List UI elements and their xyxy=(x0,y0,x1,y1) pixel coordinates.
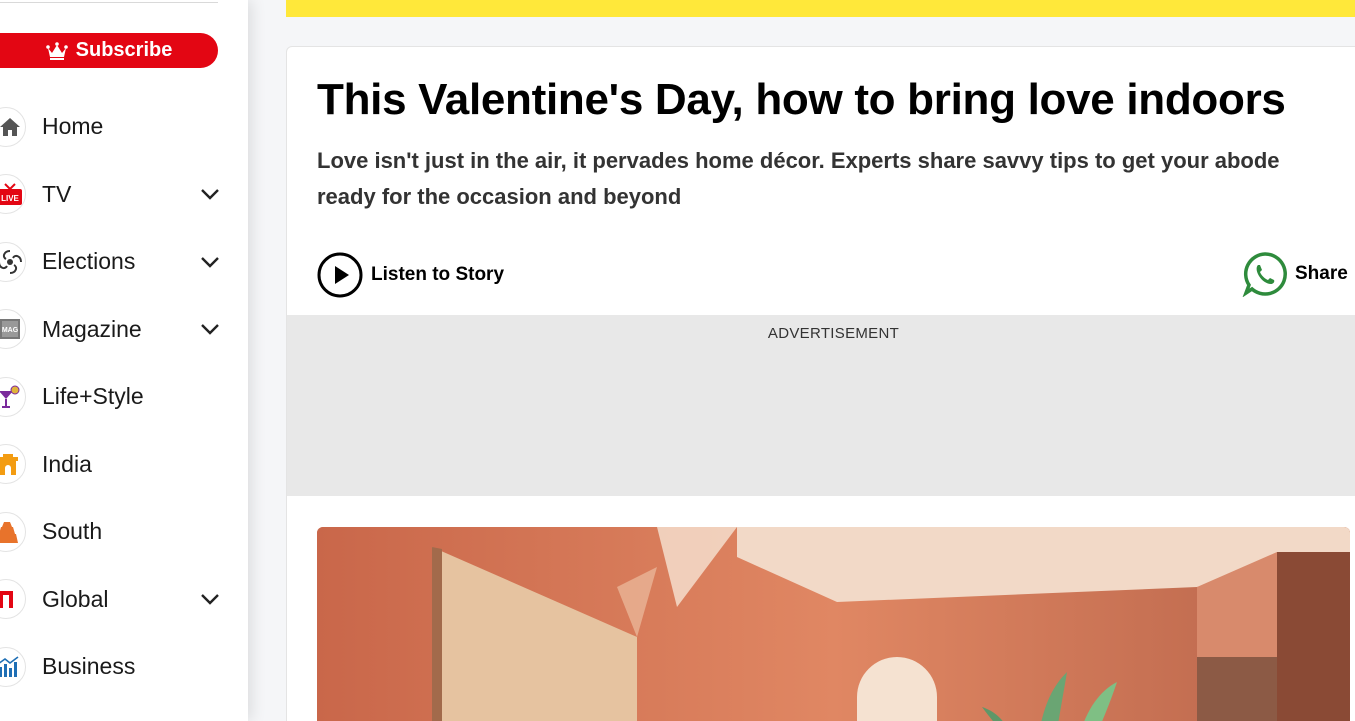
sidebar-item-label: India xyxy=(42,450,92,477)
article-subheadline: Love isn't just in the air, it pervades … xyxy=(317,148,1280,209)
temple-icon xyxy=(0,511,26,552)
sidebar-item-elections[interactable]: Elections xyxy=(0,228,248,296)
sidebar-item-tv[interactable]: LIVE TV xyxy=(0,161,248,229)
listen-to-story-button[interactable]: Listen to Story xyxy=(317,252,504,298)
sidebar-item-south[interactable]: South xyxy=(0,498,248,566)
interior-photo xyxy=(317,527,1350,721)
mag-badge: MAG xyxy=(2,327,19,334)
live-tv-icon: LIVE xyxy=(0,174,26,215)
share-button[interactable]: Share xyxy=(1242,251,1348,297)
subscribe-label: Subscribe xyxy=(75,39,173,61)
sidebar-item-label: Elections xyxy=(42,248,136,275)
chevron-down-icon[interactable] xyxy=(198,250,222,274)
subscribe-button[interactable]: Subscribe xyxy=(0,33,218,68)
global-icon xyxy=(0,579,26,620)
sidebar-item-business[interactable]: Business xyxy=(0,633,248,701)
magazine-icon: MAG xyxy=(0,309,26,350)
play-icon xyxy=(317,252,363,298)
chevron-down-icon[interactable] xyxy=(198,317,222,341)
india-gate-icon xyxy=(0,444,26,485)
sidebar-item-label: Business xyxy=(42,653,136,680)
whatsapp-icon xyxy=(1242,252,1287,297)
divider xyxy=(0,2,218,3)
sidebar-item-label: Magazine xyxy=(42,315,142,342)
sidebar-item-label: Home xyxy=(42,113,104,140)
live-badge: LIVE xyxy=(1,194,19,203)
share-label: Share xyxy=(1295,263,1348,284)
election-icon xyxy=(0,241,26,282)
article-headline: This Valentine's Day, how to bring love … xyxy=(317,75,1286,124)
top-banner xyxy=(286,0,1355,17)
advertisement-slot: ADVERTISEMENT xyxy=(287,315,1355,496)
advertisement-label: ADVERTISEMENT xyxy=(767,325,900,342)
sidebar-item-global[interactable]: Global xyxy=(0,566,248,634)
sidebar-item-home[interactable]: Home xyxy=(0,93,248,161)
sidebar: Subscribe Home LIVE TV Elections MAG Mag… xyxy=(0,0,248,721)
sidebar-item-india[interactable]: India xyxy=(0,431,248,499)
sidebar-item-label: South xyxy=(42,518,103,545)
listen-label: Listen to Story xyxy=(371,264,505,285)
home-icon xyxy=(0,106,26,147)
sidebar-item-magazine[interactable]: MAG Magazine xyxy=(0,296,248,364)
article-card: This Valentine's Day, how to bring love … xyxy=(286,46,1355,721)
sidebar-nav: Home LIVE TV Elections MAG Magazine Life… xyxy=(0,93,248,701)
main-content: This Valentine's Day, how to bring love … xyxy=(248,0,1355,721)
chevron-down-icon[interactable] xyxy=(198,587,222,611)
business-chart-icon xyxy=(0,646,26,687)
crown-icon xyxy=(45,41,68,60)
cocktail-icon xyxy=(0,376,26,417)
hero-image xyxy=(317,527,1350,721)
sidebar-item-label: Life+Style xyxy=(42,383,144,410)
sidebar-item-label: Global xyxy=(42,585,109,612)
sidebar-item-lifestyle[interactable]: Life+Style xyxy=(0,363,248,431)
sidebar-item-label: TV xyxy=(42,180,72,207)
chevron-down-icon[interactable] xyxy=(198,182,222,206)
